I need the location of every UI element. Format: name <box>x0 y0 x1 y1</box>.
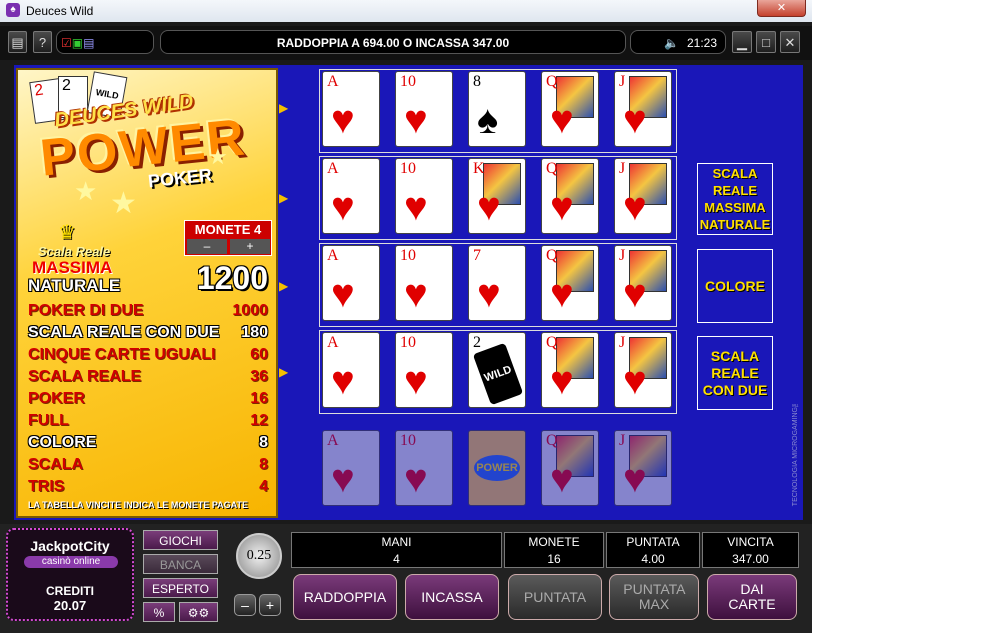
brand-subtitle: casinò online <box>24 556 118 568</box>
clock-display: 🔈 21:23 <box>630 30 726 54</box>
card-back[interactable]: POWER <box>468 430 526 506</box>
game-window: ♠ Deuces Wild ✕ ▤ ? ☑▣▤ RADDOPPIA A 694.… <box>0 0 812 633</box>
card[interactable]: A ♥ <box>322 158 380 234</box>
hand-arrow-icon: ▶ <box>279 279 289 293</box>
held-card[interactable]: Q ♥ <box>541 430 599 506</box>
card[interactable]: Q ♥ <box>541 332 599 408</box>
card[interactable]: 10 ♥ <box>395 71 453 147</box>
paytable-row: SCALA REALE CON DUE 180 <box>28 324 268 341</box>
held-card[interactable]: A ♥ <box>322 430 380 506</box>
card[interactable]: 8 ♠ <box>468 71 526 147</box>
paytable-row: SCALA 8 <box>28 456 268 473</box>
card[interactable]: K ♥ <box>468 158 526 234</box>
paytable-row: POKER DI DUE 1000 <box>28 302 268 319</box>
crown-icon: ♛ <box>58 222 76 244</box>
expert-button[interactable]: ESPERTO <box>143 578 218 598</box>
card[interactable]: A ♥ <box>322 71 380 147</box>
options-icons[interactable]: ☑▣▤ <box>56 30 154 54</box>
coins-plus-button[interactable]: + <box>230 239 270 254</box>
hand-result-flush: COLORE <box>697 249 773 323</box>
hand-arrow-icon: ▶ <box>279 365 289 379</box>
top-prize-line3: NATURALE <box>28 276 121 295</box>
paytable-row: POKER 16 <box>28 390 268 407</box>
card[interactable]: Q ♥ <box>541 245 599 321</box>
credits-value: 20.07 <box>53 598 87 613</box>
percent-button[interactable]: % <box>143 602 175 622</box>
star-icon: ★ <box>208 144 228 169</box>
power-logo-icon: POWER <box>474 455 520 481</box>
status-message: RADDOPPIA A 694.00 O INCASSA 347.00 <box>160 30 626 54</box>
minimize-button[interactable]: ▁ <box>732 31 752 53</box>
coins-box: MONETE 4 – + <box>184 220 272 256</box>
money-icon[interactable]: ▣ <box>72 36 83 50</box>
checkbox-icon[interactable]: ☑ <box>61 36 72 50</box>
bank-button[interactable]: BANCA <box>143 554 218 574</box>
card[interactable]: J ♥ <box>614 158 672 234</box>
brand-panel: JackpotCity casinò online CREDITI 20.07 <box>6 528 134 621</box>
sound-icon[interactable]: 🔈 <box>664 36 679 50</box>
paytable: 2 2 WILD DEUCES WILD POWER POKER ★ ★ ★ M… <box>16 68 278 518</box>
top-prize-line1: Scala Reale <box>38 244 111 259</box>
deal-button[interactable]: DAI CARTE <box>707 574 797 620</box>
paytable-row: FULL 12 <box>28 412 268 429</box>
wild-deuce-icon: WILD <box>472 342 524 406</box>
window-title: Deuces Wild <box>26 4 94 18</box>
paytable-row: SCALA REALE 36 <box>28 368 268 385</box>
coins-label: MONETE 4 <box>194 222 262 237</box>
top-prize-value: 1200 <box>196 260 268 296</box>
star-icon: ★ <box>74 176 98 206</box>
double-button[interactable]: RADDOPPIA <box>293 574 397 620</box>
card[interactable]: Q ♥ <box>541 158 599 234</box>
hands-stat: MANI 4 <box>291 532 502 568</box>
card[interactable]: 10 ♥ <box>395 158 453 234</box>
hand-arrow-icon: ▶ <box>279 101 289 115</box>
close-game-button[interactable]: ✕ <box>780 31 800 53</box>
app-icon: ♠ <box>6 3 20 17</box>
games-button[interactable]: GIOCHI <box>143 530 218 550</box>
paytable-row: COLORE 8 <box>28 434 268 451</box>
collect-button[interactable]: INCASSA <box>405 574 499 620</box>
paytable-row: TRIS 4 <box>28 478 268 495</box>
card[interactable]: 7 ♥ <box>468 245 526 321</box>
close-window-button[interactable]: ✕ <box>757 0 806 17</box>
maximize-button[interactable]: □ <box>756 31 776 53</box>
credits-label: CREDITI <box>46 584 94 598</box>
paytable-note: LA TABELLA VINCITE INDICA LE MONETE PAGA… <box>28 500 248 510</box>
top-prize-line2: MASSIMA <box>32 258 113 277</box>
hand-result-royal-natural: SCALA REALE MASSIMA NATURALE <box>697 163 773 235</box>
coin-value-plus-button[interactable]: + <box>259 594 281 616</box>
clock-text: 21:23 <box>686 36 717 50</box>
bet-button[interactable]: PUNTATA <box>508 574 602 620</box>
hand-result-royal-deuces: SCALA REALE CON DUE <box>697 336 773 410</box>
card[interactable]: 10 ♥ <box>395 245 453 321</box>
settings-icon[interactable]: ⚙⚙ <box>179 602 218 622</box>
menu-icon[interactable]: ▤ <box>8 31 27 53</box>
held-card[interactable]: 10 ♥ <box>395 430 453 506</box>
card[interactable]: A ♥ <box>322 332 380 408</box>
provider-credit: TECNOLOGIA MICROGAMING™ <box>792 400 799 507</box>
brand-logo: JackpotCity <box>30 538 110 554</box>
coins-stat: MONETE 16 <box>504 532 604 568</box>
card[interactable]: J ♥ <box>614 245 672 321</box>
card[interactable]: 10 ♥ <box>395 332 453 408</box>
coin-value-chip[interactable]: 0.25 <box>236 533 282 579</box>
coin-value-minus-button[interactable]: – <box>234 594 256 616</box>
chart-icon[interactable]: ▤ <box>83 36 94 50</box>
title-bar: ♠ Deuces Wild ✕ <box>0 0 812 22</box>
hand-arrow-icon: ▶ <box>279 191 289 205</box>
win-stat: VINCITA 347.00 <box>702 532 799 568</box>
paytable-row: CINQUE CARTE UGUALI 60 <box>28 346 268 363</box>
help-icon[interactable]: ? <box>33 31 52 53</box>
toolbar: ▤ ? ☑▣▤ RADDOPPIA A 694.00 O INCASSA 347… <box>0 26 812 60</box>
card[interactable]: J ♥ <box>614 332 672 408</box>
star-icon: ★ <box>110 187 137 220</box>
card[interactable]: Q ♥ <box>541 71 599 147</box>
bet-max-button[interactable]: PUNTATA MAX <box>609 574 699 620</box>
coins-minus-button[interactable]: – <box>187 239 227 254</box>
card[interactable]: A ♥ <box>322 245 380 321</box>
bet-stat: PUNTATA 4.00 <box>606 532 700 568</box>
card[interactable]: J ♥ <box>614 71 672 147</box>
wild-card[interactable]: 2 WILD <box>468 332 526 408</box>
held-card[interactable]: J ♥ <box>614 430 672 506</box>
